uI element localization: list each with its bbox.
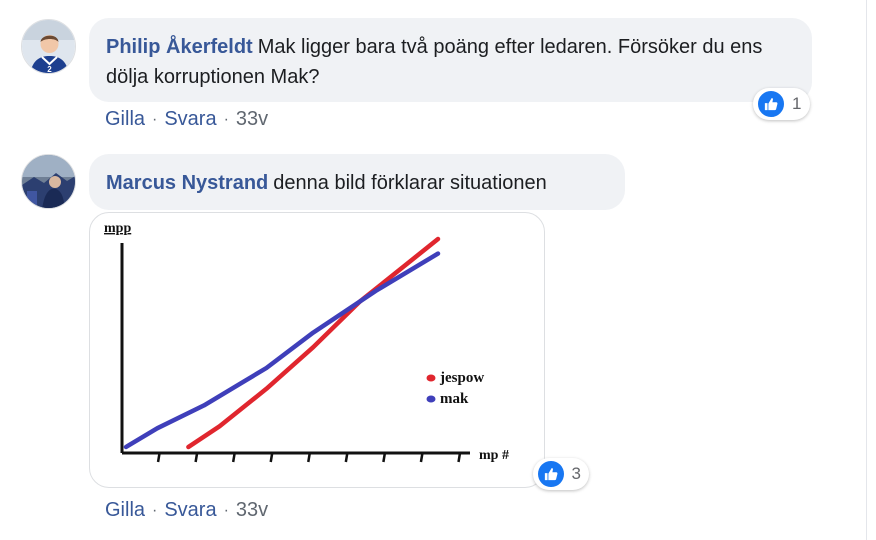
reply-link[interactable]: Svara (164, 108, 216, 131)
x-tick (307, 452, 312, 463)
x-tick (156, 452, 161, 463)
x-tick (457, 452, 462, 463)
comment-text: denna bild förklarar situationen (273, 172, 547, 194)
chart-legend: jespow mak (426, 370, 484, 407)
like-reaction-icon (756, 89, 786, 119)
x-tick (269, 452, 274, 463)
comment-author-link[interactable]: Marcus Nystrand (106, 172, 268, 194)
attached-image[interactable]: mpp mp # jespow mak (89, 212, 545, 488)
chart-svg: mpp mp # jespow mak (104, 221, 509, 463)
x-tick (194, 452, 199, 463)
legend-label-mak: mak (440, 391, 469, 407)
legend-marker-mak (426, 395, 436, 403)
like-link[interactable]: Gilla (105, 108, 145, 131)
x-tick (231, 452, 236, 463)
comment-actions-2: Gilla · Svara · 33v (105, 499, 268, 522)
thumbs-up-icon (544, 468, 558, 481)
comment-bubble-1: Philip Åkerfeldt Mak ligger bara två poän… (89, 18, 812, 102)
timestamp-link[interactable]: 33v (236, 499, 268, 522)
thumbs-up-icon (764, 98, 778, 111)
separator-dot: · (223, 501, 229, 519)
legend-marker-jespow (426, 374, 436, 382)
x-tick (382, 452, 387, 463)
reaction-count: 3 (571, 464, 581, 483)
series-line-mak (123, 251, 441, 450)
right-divider (866, 0, 867, 540)
reaction-count: 1 (792, 94, 802, 113)
x-axis-label: mp # (479, 448, 509, 463)
x-tick (344, 452, 349, 463)
y-axis-label: mpp (104, 221, 131, 236)
legend-label-jespow: jespow (439, 370, 484, 386)
series-line-jespow (186, 236, 441, 450)
chart-lines (123, 236, 441, 450)
reaction-summary-1[interactable]: 1 (753, 88, 810, 120)
separator-dot: · (152, 110, 158, 128)
comment-actions-1: Gilla · Svara · 33v (105, 108, 268, 131)
separator-dot: · (152, 501, 158, 519)
timestamp-link[interactable]: 33v (236, 108, 268, 131)
comment-bubble-2: Marcus Nystrand denna bild förklarar situ… (89, 154, 625, 210)
x-tick (419, 452, 424, 463)
user-avatar-icon (22, 155, 75, 208)
reaction-summary-2[interactable]: 3 (533, 458, 589, 490)
like-link[interactable]: Gilla (105, 499, 145, 522)
like-reaction-icon (536, 459, 566, 489)
avatar-marcus[interactable] (21, 154, 76, 209)
comment-author-link[interactable]: Philip Åkerfeldt (106, 36, 253, 58)
avatar-philip[interactable]: 2 (21, 19, 76, 74)
jersey-number: 2 (47, 65, 52, 74)
player-avatar-icon: 2 (22, 20, 75, 74)
separator-dot: · (223, 110, 229, 128)
reply-link[interactable]: Svara (164, 499, 216, 522)
